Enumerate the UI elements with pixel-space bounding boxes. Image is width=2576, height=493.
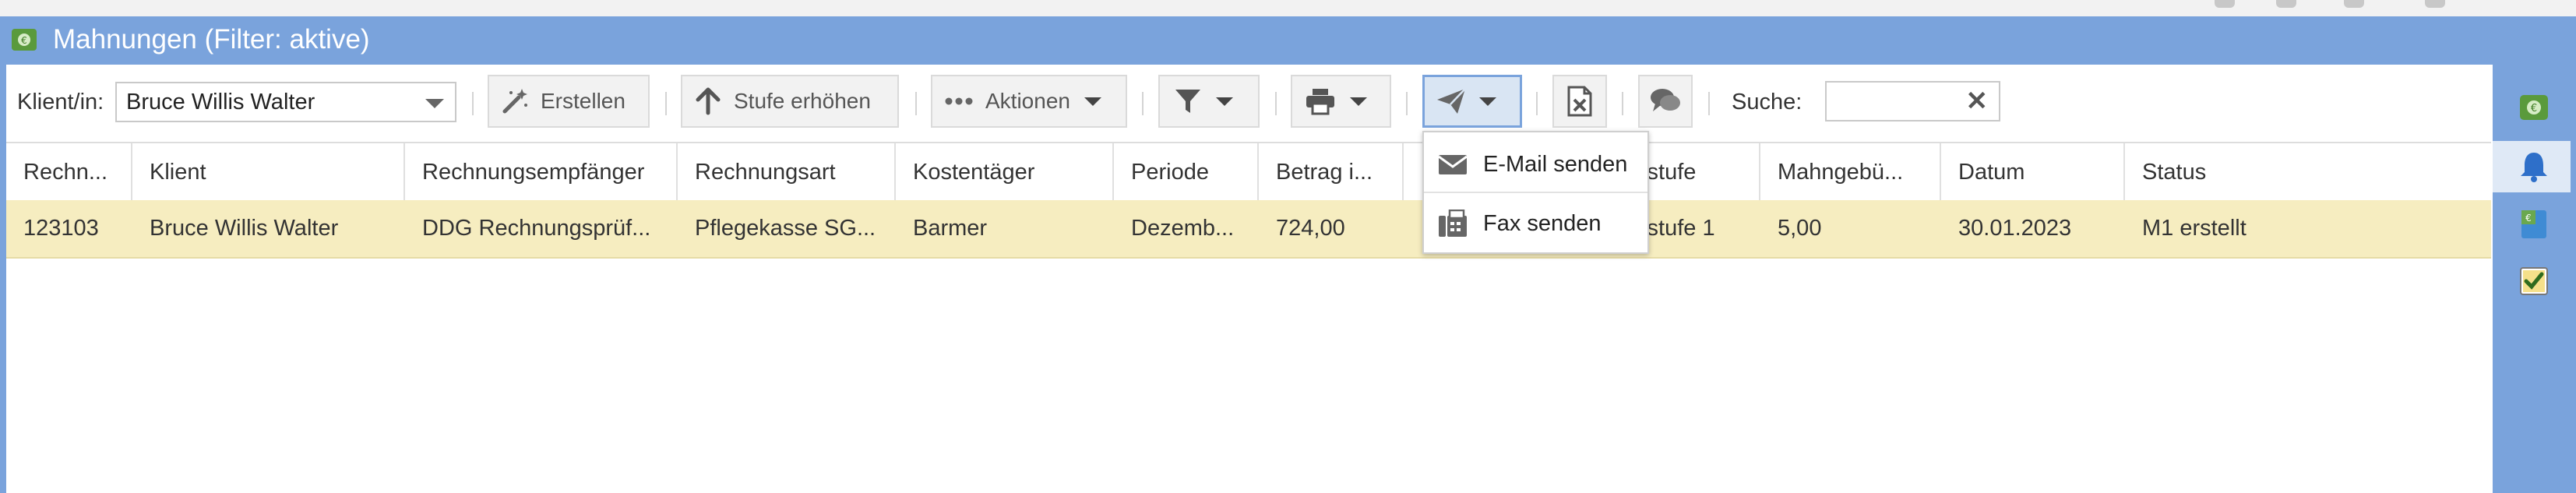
- column-header[interactable]: Rechn...: [6, 143, 132, 202]
- raise-level-button[interactable]: Stufe erhöhen: [681, 75, 899, 128]
- column-header[interactable]: Periode: [1114, 143, 1259, 202]
- client-label-wrap: Klient/in:: [17, 75, 104, 129]
- envelope-icon: [1438, 155, 1468, 174]
- more-dots-icon: [945, 97, 973, 105]
- comments-button[interactable]: [1638, 75, 1693, 128]
- print-button[interactable]: [1291, 75, 1391, 128]
- filter-icon: [1175, 90, 1200, 113]
- arrow-up-icon: [696, 87, 721, 115]
- window-control-icon[interactable]: [2344, 0, 2364, 8]
- client-select-value: Bruce Willis Walter: [126, 90, 315, 114]
- toolbar-divider: [665, 92, 667, 115]
- svg-text:€: €: [2531, 103, 2537, 114]
- search-input[interactable]: ✕: [1825, 81, 2000, 121]
- menu-item-email-label: E-Mail senden: [1483, 151, 1628, 177]
- toolbar-divider: [1708, 92, 1710, 115]
- paper-plane-icon: [1437, 88, 1466, 114]
- excel-file-icon: [1567, 86, 1592, 117]
- column-header[interactable]: Klient: [132, 143, 405, 202]
- client-select[interactable]: Bruce Willis Walter: [115, 82, 456, 122]
- toolbar-divider: [1536, 92, 1538, 115]
- window-control-icon[interactable]: [2425, 0, 2445, 8]
- raise-level-button-label: Stufe erhöhen: [734, 89, 871, 113]
- title-bar: € Mahnungen (Filter: aktive): [0, 16, 2576, 65]
- cell-status: M1 erstellt: [2142, 216, 2247, 241]
- column-header[interactable]: Mahngebü...: [1760, 143, 1941, 202]
- toolbar-divider: [1275, 92, 1277, 115]
- invoice-icon: €: [2521, 210, 2546, 238]
- table-row[interactable]: 123103 Bruce Willis Walter DDG Rechnungs…: [6, 200, 2491, 259]
- money-icon: €: [12, 29, 37, 51]
- os-top-strip: [0, 0, 2576, 16]
- chevron-down-icon: [1479, 97, 1496, 106]
- svg-text:€: €: [2525, 213, 2532, 224]
- cell-invoice-type: Pflegekasse SG...: [695, 216, 876, 241]
- column-header[interactable]: Rechnungsart: [678, 143, 896, 202]
- filter-button[interactable]: [1158, 75, 1260, 128]
- cell-amount: 724,00: [1276, 216, 1345, 241]
- toolbar-divider: [1142, 92, 1144, 115]
- right-sidebar: € €: [2493, 65, 2576, 493]
- chevron-down-icon: [1350, 97, 1367, 106]
- toolbar-divider: [915, 92, 917, 115]
- menu-divider: [1424, 192, 1647, 193]
- clear-icon[interactable]: ✕: [1966, 87, 1989, 115]
- actions-button-label: Aktionen: [985, 89, 1070, 113]
- money-icon: €: [2520, 95, 2548, 120]
- cell-date: 30.01.2023: [1958, 216, 2072, 241]
- search-label: Suche:: [1732, 89, 1802, 114]
- rail-tasks-button[interactable]: [2514, 262, 2553, 301]
- rail-dunning-button[interactable]: €: [2514, 88, 2553, 127]
- menu-item-email[interactable]: E-Mail senden: [1424, 137, 1647, 192]
- fax-icon: [1439, 210, 1467, 237]
- excel-export-button[interactable]: [1552, 75, 1607, 128]
- chevron-down-icon: [1084, 97, 1101, 106]
- menu-item-fax-label: Fax senden: [1483, 210, 1602, 236]
- column-header[interactable]: Datum: [1941, 143, 2125, 202]
- cell-period: Dezemb...: [1131, 216, 1235, 241]
- cell-dunning-fee: 5,00: [1778, 216, 1822, 241]
- cell-invoice-number: 123103: [23, 216, 99, 241]
- create-button[interactable]: Erstellen: [488, 75, 650, 128]
- create-button-label: Erstellen: [541, 89, 625, 113]
- send-dropdown-menu: E-Mail senden Fax senden: [1422, 131, 1649, 254]
- actions-button[interactable]: Aktionen: [931, 75, 1127, 128]
- window-title: Mahnungen (Filter: aktive): [53, 24, 370, 55]
- cell-client: Bruce Willis Walter: [150, 216, 339, 241]
- column-header[interactable]: Rechnungsempfänger: [405, 143, 678, 202]
- window-control-icon[interactable]: [2215, 0, 2235, 8]
- svg-text:€: €: [21, 35, 27, 46]
- chevron-down-icon: [1216, 97, 1233, 106]
- cell-recipient: DDG Rechnungsprüf...: [422, 216, 651, 241]
- bell-icon: [2521, 153, 2547, 182]
- toolbar-divider: [1406, 92, 1408, 115]
- toolbar-divider: [1622, 92, 1623, 115]
- checkbox-icon: [2520, 267, 2548, 295]
- toolbar-divider: [472, 92, 474, 115]
- send-button[interactable]: [1422, 75, 1522, 128]
- magic-wand-icon: [502, 89, 527, 114]
- window-control-icon[interactable]: [2276, 0, 2296, 8]
- table-header: Rechn... Klient Rechnungsempfänger Rechn…: [6, 142, 2491, 203]
- column-header[interactable]: Betrag i...: [1259, 143, 1404, 202]
- chevron-down-icon: [425, 99, 444, 108]
- cell-cost-carrier: Barmer: [913, 216, 988, 241]
- column-header[interactable]: Kostentäger: [896, 143, 1114, 202]
- chat-bubbles-icon: [1651, 89, 1680, 111]
- search-label-wrap: Suche:: [1732, 75, 1802, 129]
- rail-notifications-button[interactable]: [2514, 147, 2553, 186]
- printer-icon: [1306, 89, 1334, 115]
- client-label: Klient/in:: [17, 89, 104, 114]
- menu-item-fax[interactable]: Fax senden: [1424, 196, 1647, 251]
- rail-invoices-button[interactable]: €: [2514, 205, 2553, 244]
- column-header[interactable]: Status: [2125, 143, 2491, 202]
